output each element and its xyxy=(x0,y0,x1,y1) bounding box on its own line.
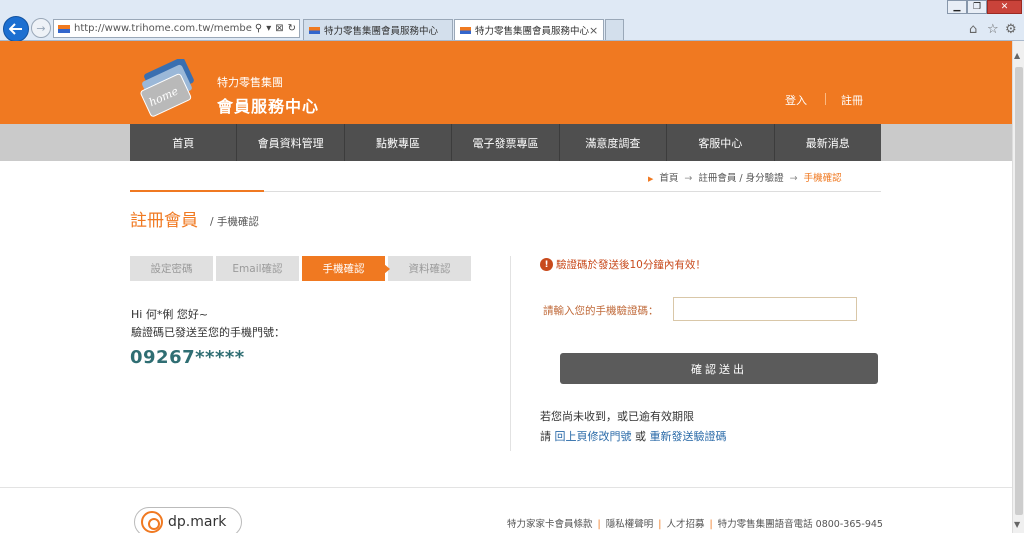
footer-links: 特力家家卡會員條款 | 隱私權聲明 | 人才招募 | 特力零售集團語音電話 0800-365… xyxy=(507,516,883,530)
browser-tab-2-active[interactable]: 特力零售集團會員服務中心 × xyxy=(454,19,604,40)
greeting-text: Hi 何*俐 您好~ xyxy=(131,308,209,321)
footer-separator: | xyxy=(709,519,713,530)
breadcrumb-home[interactable]: 首頁 xyxy=(659,173,678,184)
brand-subtitle: 特力零售集團 xyxy=(217,76,283,89)
tab-favicon xyxy=(460,26,471,34)
resend-prefix: 請 xyxy=(540,430,551,443)
footer-service-phone: 特力零售集團語音電話 0800-365-945 xyxy=(717,519,883,530)
progress-steps: 設定密碼 Email確認 手機確認 資料確認 xyxy=(130,256,474,281)
validity-warning: ! 驗證碼於發送後10分鐘內有效！ xyxy=(540,257,706,272)
dp-mark-logo[interactable]: dp.mark xyxy=(134,507,242,533)
scroll-down-icon[interactable]: ▼ xyxy=(1014,520,1020,529)
new-tab-button[interactable] xyxy=(605,19,624,40)
step-phone-confirm: 手機確認 xyxy=(302,256,385,281)
footer-link-terms[interactable]: 特力家家卡會員條款 xyxy=(507,519,593,530)
resend-options: 請 回上頁修改門號 或 重新發送驗證碼 xyxy=(540,428,727,444)
footer-link-careers[interactable]: 人才招募 xyxy=(666,519,704,530)
breadcrumb-current: 手機確認 xyxy=(803,173,842,184)
gear-icon[interactable]: ⚙ xyxy=(1005,22,1017,37)
step-arrow-icon xyxy=(384,264,390,274)
back-button[interactable] xyxy=(3,16,29,42)
breadcrumb: ▶ 首頁 → 註冊會員 / 身分驗證 → 手機確認 xyxy=(648,170,842,184)
dp-mark-text: dp.mark xyxy=(168,514,227,530)
nav-item-points[interactable]: 點數專區 xyxy=(345,124,453,161)
home-icon[interactable]: ⌂ xyxy=(969,22,977,37)
step-data-confirm: 資料確認 xyxy=(388,256,471,281)
register-link[interactable]: 註冊 xyxy=(841,92,863,108)
arrow-right-icon: → xyxy=(36,21,46,35)
site-header: home 特力零售集團 會員服務中心 登入 註冊 xyxy=(0,41,1012,124)
triangle-right-icon: ▶ xyxy=(648,175,654,183)
nav-item-member-data[interactable]: 會員資料管理 xyxy=(237,124,345,161)
header-divider xyxy=(825,93,826,105)
refresh-icon[interactable]: ↻ xyxy=(288,23,296,34)
address-url: http://www.trihome.com.tw/member/che xyxy=(74,23,252,34)
title-accent-bar xyxy=(130,190,264,192)
resend-or: 或 xyxy=(635,430,646,443)
vertical-scrollbar[interactable]: ▲ ▼ xyxy=(1012,41,1024,533)
compat-view-icon[interactable]: ⊠ xyxy=(275,23,283,34)
brand-title[interactable]: 會員服務中心 xyxy=(217,93,319,117)
forward-button[interactable]: → xyxy=(31,18,51,38)
step-set-password: 設定密碼 xyxy=(130,256,213,281)
browser-chrome: → http://www.trihome.com.tw/member/che ⚲… xyxy=(0,0,1024,42)
star-icon[interactable]: ☆ xyxy=(987,22,999,37)
column-divider xyxy=(510,256,511,451)
dropdown-icon[interactable]: ▾ xyxy=(266,23,271,34)
page-subtitle: / 手機確認 xyxy=(210,216,259,228)
web-page: home 特力零售集團 會員服務中心 登入 註冊 首頁 會員資料管理 點數專區 … xyxy=(0,41,1012,533)
footer-divider xyxy=(0,487,1012,488)
nav-item-home[interactable]: 首頁 xyxy=(130,124,238,161)
scroll-up-icon[interactable]: ▲ xyxy=(1014,51,1020,60)
footer-link-privacy[interactable]: 隱私權聲明 xyxy=(606,519,654,530)
code-sent-message: 驗證碼已發送至您的手機門號： xyxy=(131,326,285,339)
masked-phone-number: 09267***** xyxy=(130,347,245,368)
exclamation-icon: ! xyxy=(540,258,553,271)
not-received-notice: 若您尚未收到，或已逾有效期限 xyxy=(540,410,694,423)
footer-separator: | xyxy=(597,519,601,530)
site-favicon xyxy=(58,24,70,33)
confirm-submit-button[interactable]: 確認送出 xyxy=(560,353,878,384)
minimize-button[interactable]: ▁ xyxy=(947,0,967,14)
breadcrumb-separator: → xyxy=(684,173,693,184)
breadcrumb-separator: → xyxy=(789,173,798,184)
resend-code-link[interactable]: 重新發送驗證碼 xyxy=(650,430,727,443)
close-tab-icon[interactable]: × xyxy=(589,24,598,37)
main-nav: 首頁 會員資料管理 點數專區 電子發票專區 滿意度調查 客服中心 最新消息 xyxy=(130,124,881,161)
nav-item-news[interactable]: 最新消息 xyxy=(775,124,881,161)
step-email-confirm: Email確認 xyxy=(216,256,299,281)
back-edit-number-link[interactable]: 回上頁修改門號 xyxy=(555,430,632,443)
page-title: 註冊會員 xyxy=(130,211,198,231)
tab-label: 特力零售集團會員服務中心 xyxy=(324,26,439,37)
nav-item-survey[interactable]: 滿意度調查 xyxy=(560,124,668,161)
close-window-button[interactable]: ✕ xyxy=(987,0,1022,14)
tab-label: 特力零售集團會員服務中心 xyxy=(475,26,590,37)
search-icon[interactable]: ⚲ xyxy=(255,23,262,34)
login-link[interactable]: 登入 xyxy=(785,92,807,108)
nav-item-e-invoice[interactable]: 電子發票專區 xyxy=(452,124,560,161)
close-icon: ✕ xyxy=(1000,2,1009,12)
dp-mark-icon xyxy=(141,511,163,533)
footer-separator: | xyxy=(658,519,662,530)
browser-tab-1[interactable]: 特力零售集團會員服務中心 xyxy=(303,19,453,40)
maximize-button[interactable]: ❐ xyxy=(967,0,987,14)
member-cards-logo-icon[interactable]: home xyxy=(130,59,210,121)
code-input-label: 請輸入您的手機驗證碼： xyxy=(543,305,659,317)
maximize-icon: ❐ xyxy=(972,2,982,12)
breadcrumb-register[interactable]: 註冊會員 / 身分驗證 xyxy=(698,173,783,184)
address-bar[interactable]: http://www.trihome.com.tw/member/che ⚲ ▾… xyxy=(53,19,300,38)
arrow-left-icon xyxy=(9,23,22,35)
nav-item-service[interactable]: 客服中心 xyxy=(667,124,775,161)
validity-warning-text: 驗證碼於發送後10分鐘內有效！ xyxy=(556,259,706,271)
scrollbar-thumb[interactable] xyxy=(1015,67,1023,515)
verification-code-input[interactable] xyxy=(673,297,857,321)
minimize-icon: ▁ xyxy=(953,2,961,12)
tab-favicon xyxy=(309,26,320,34)
